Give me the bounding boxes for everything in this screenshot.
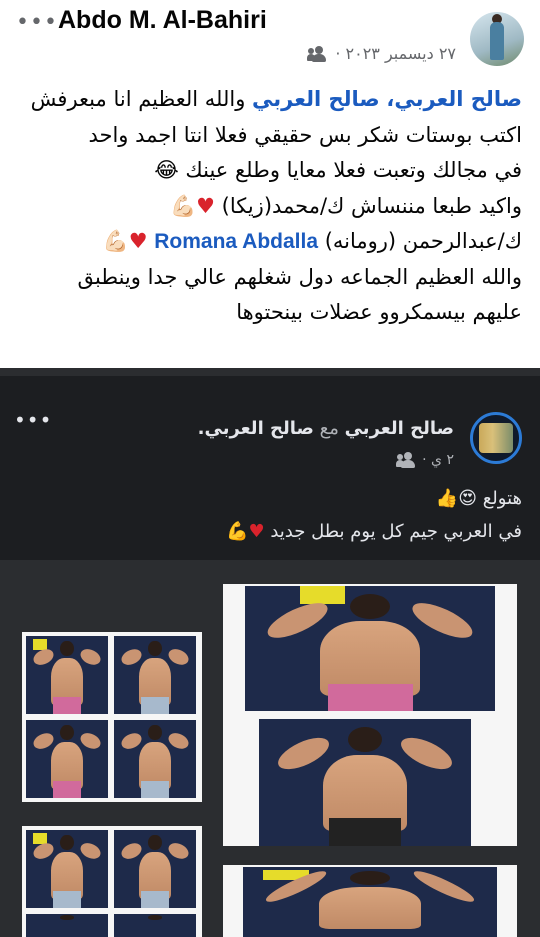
- shared-line-1: هتولع 😍👍: [436, 488, 522, 509]
- photo-grid: [0, 560, 540, 937]
- divider: [0, 368, 540, 376]
- shared-line2-text: في العربي جيم كل يوم بطل جديد: [270, 521, 522, 542]
- post-line-2: اكتب بوستات شكر بس حقيقي فعلا انتا اجمد …: [88, 122, 522, 147]
- shared-with-author[interactable]: صالح العربي.: [198, 418, 314, 439]
- collage-2-b: [114, 830, 196, 908]
- post-body: صالح العربي، صالح العربي والله العظيم ان…: [16, 82, 522, 331]
- post-line-1: صالح العربي، صالح العربي والله العظيم ان…: [16, 82, 522, 118]
- mention-romana[interactable]: Romana Abdalla: [154, 230, 318, 253]
- with-text: مع: [319, 418, 339, 439]
- shared-post-meta: ٢ ي ·: [396, 452, 454, 468]
- shared-post-title: صالح العربي مع صالح العربي.: [198, 418, 454, 439]
- post-author-name[interactable]: Abdo M. Al-Bahiri: [58, 6, 267, 35]
- friends-icon: [307, 45, 327, 62]
- line5-text: ك/عبدالرحمن (رومانه): [324, 229, 522, 253]
- shared-line-2: في العربي جيم كل يوم بطل جديد ♥💪: [226, 521, 522, 542]
- friends-icon-shared: [396, 452, 416, 468]
- line3-text: في مجالك وتعبت فعلا معايا وطلع عينك: [185, 158, 522, 182]
- post-line-6: والله العظيم الجماعه دول شغلهم عالي جدا …: [77, 264, 523, 289]
- post-line-4: واكيد طبعا مننساش ك/محمد(زيكا) ♥💪🏻: [16, 189, 522, 225]
- avatar-figure: [490, 22, 504, 60]
- flexed-arm-icon-2: 💪🏻: [102, 229, 129, 253]
- photo-back-pose-1: [245, 586, 495, 711]
- flexed-arm-icon-3: 💪: [226, 521, 249, 542]
- collage-2-c: [26, 914, 108, 937]
- author-avatar[interactable]: [470, 12, 524, 66]
- shared-post-options-button[interactable]: •••: [14, 408, 52, 432]
- mention-saleh-2[interactable]: صالح العربي: [252, 87, 380, 111]
- heart-icon: ♥: [196, 193, 215, 218]
- shared-author-avatar[interactable]: [470, 412, 522, 464]
- collage-2-a: [26, 830, 108, 908]
- collage-1-d: [114, 720, 196, 798]
- post-date[interactable]: ٢٧ ديسمبر ٢٠٢٣ ·: [335, 44, 456, 63]
- post-meta: ٢٧ ديسمبر ٢٠٢٣ ·: [307, 44, 456, 63]
- collage-1-b: [114, 636, 196, 714]
- post-line-7: عليهم بيسمكروو عضلات بينحتوها: [236, 300, 522, 324]
- heart-eyes-thumbs-up-icon: 😍👍: [435, 488, 477, 509]
- shared-author-name[interactable]: صالح العربي: [345, 418, 454, 439]
- line4-text: واكيد طبعا مننساش ك/محمد(زيكا): [221, 193, 522, 218]
- line1-text: والله العظيم انا مبعرفش: [30, 87, 253, 111]
- collage-1-a: [26, 636, 108, 714]
- shared-post: ••• صالح العربي مع صالح العربي. ٢ ي · هت…: [0, 368, 540, 937]
- post-options-button[interactable]: •••: [16, 10, 58, 35]
- mention-saleh-1[interactable]: صالح العربي،: [386, 87, 522, 111]
- photo-back-pose-2: [259, 719, 471, 846]
- heart-icon-3: ♥: [248, 521, 265, 542]
- collage-2-d: [114, 914, 196, 937]
- photo-front-pose: [243, 867, 497, 937]
- post-line-5: ك/عبدالرحمن (رومانه) Romana Abdalla ♥💪🏻: [16, 224, 522, 260]
- flexed-arm-icon: 💪🏻: [169, 193, 197, 218]
- shared-post-time[interactable]: ٢ ي ·: [422, 452, 454, 468]
- laughing-emoji-icon: 😂: [154, 158, 179, 182]
- shared-line1-text: هتولع: [482, 488, 522, 509]
- post-line-3: في مجالك وتعبت فعلا معايا وطلع عينك 😂: [16, 153, 522, 189]
- photo-collage-1[interactable]: [22, 632, 202, 802]
- photo-collage-2[interactable]: [22, 826, 202, 937]
- heart-icon-2: ♥: [128, 229, 148, 253]
- photo-frame-large-2[interactable]: [223, 865, 517, 937]
- original-post: ••• Abdo M. Al-Bahiri ٢٧ ديسمبر ٢٠٢٣ · ص…: [0, 0, 540, 368]
- collage-1-c: [26, 720, 108, 798]
- photo-frame-large[interactable]: [223, 584, 517, 846]
